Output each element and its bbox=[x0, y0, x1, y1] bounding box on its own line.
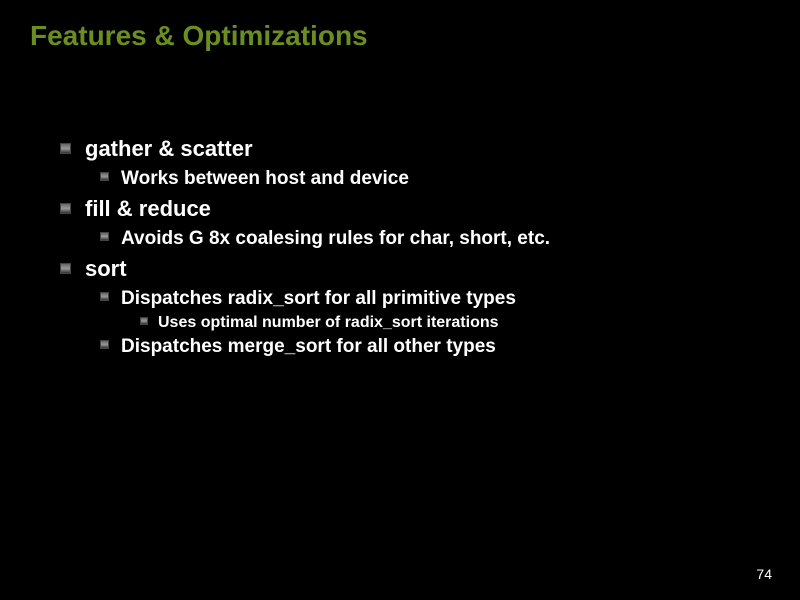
bullet-text: Uses optimal number of radix_sort iterat… bbox=[158, 314, 499, 331]
bullet-icon bbox=[100, 340, 109, 349]
bullet-icon bbox=[100, 172, 109, 181]
bullet-text: fill & reduce bbox=[85, 196, 211, 221]
slide-content: gather & scatter Works between host and … bbox=[60, 130, 760, 362]
bullet-l3: Uses optimal number of radix_sort iterat… bbox=[140, 314, 760, 332]
slide: Features & Optimizations gather & scatte… bbox=[0, 0, 800, 600]
bullet-text: sort bbox=[85, 256, 127, 281]
bullet-icon bbox=[140, 317, 148, 325]
slide-title: Features & Optimizations bbox=[30, 20, 368, 52]
bullet-icon bbox=[100, 292, 109, 301]
bullet-text: gather & scatter bbox=[85, 136, 253, 161]
bullet-icon bbox=[60, 263, 71, 274]
bullet-text: Works between host and device bbox=[121, 168, 409, 189]
bullet-text: Avoids G 8x coalesing rules for char, sh… bbox=[121, 228, 550, 249]
page-number: 74 bbox=[756, 566, 772, 582]
bullet-l2: Avoids G 8x coalesing rules for char, sh… bbox=[100, 228, 760, 250]
bullet-text: Dispatches merge_sort for all other type… bbox=[121, 336, 496, 357]
bullet-icon bbox=[100, 232, 109, 241]
bullet-icon bbox=[60, 143, 71, 154]
bullet-l2: Works between host and device bbox=[100, 168, 760, 190]
bullet-icon bbox=[60, 203, 71, 214]
bullet-text: Dispatches radix_sort for all primitive … bbox=[121, 288, 516, 309]
bullet-l1: sort bbox=[60, 256, 760, 282]
bullet-l2: Dispatches radix_sort for all primitive … bbox=[100, 288, 760, 310]
bullet-l2: Dispatches merge_sort for all other type… bbox=[100, 336, 760, 358]
bullet-l1: gather & scatter bbox=[60, 136, 760, 162]
bullet-l1: fill & reduce bbox=[60, 196, 760, 222]
